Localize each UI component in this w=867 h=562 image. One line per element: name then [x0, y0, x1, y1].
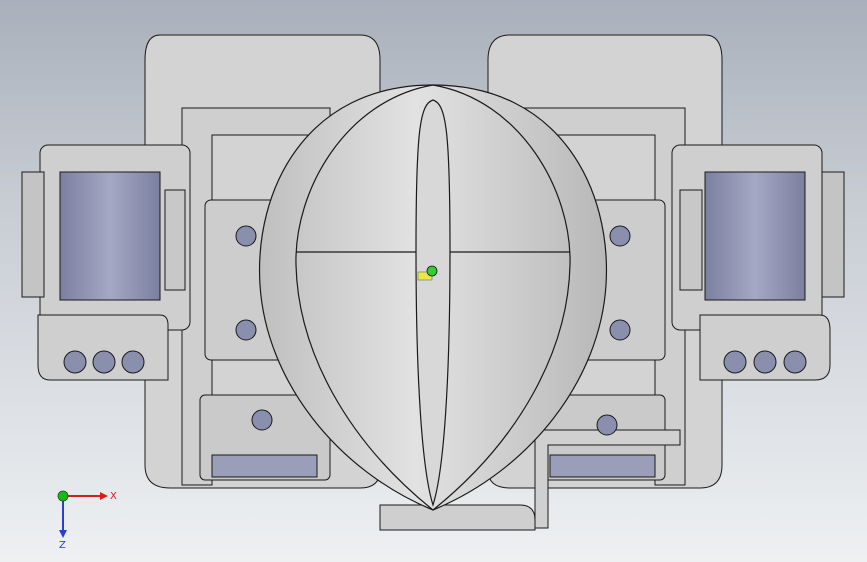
- y-axis-dot: [57, 490, 69, 502]
- right-servo-body: [704, 171, 806, 301]
- reference-triad: X Z: [57, 490, 117, 550]
- graphics-viewport[interactable]: X Z: [0, 0, 867, 562]
- z-axis-label: Z: [59, 540, 66, 550]
- model-view[interactable]: [0, 0, 867, 562]
- bottom-tab: [379, 504, 536, 531]
- x-axis-label: X: [110, 491, 117, 502]
- left-servo-body: [59, 171, 161, 301]
